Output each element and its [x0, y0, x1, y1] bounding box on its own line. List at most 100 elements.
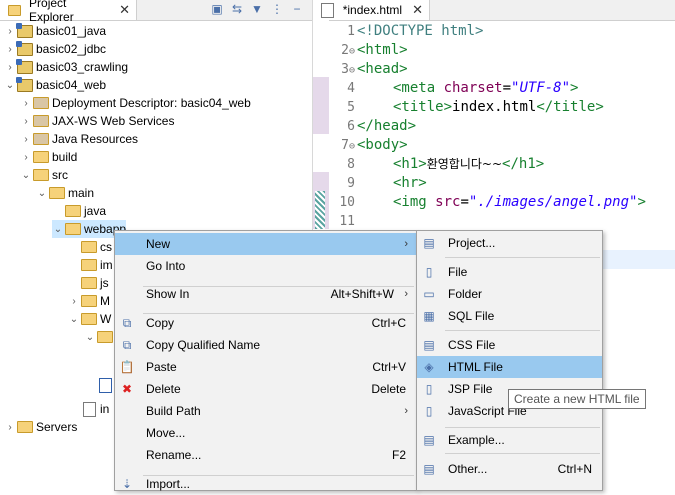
- submenu-item-example[interactable]: ▤ Example...: [417, 429, 602, 451]
- expanded-arrow-icon[interactable]: ⌄: [20, 170, 32, 181]
- code-line-2[interactable]: <html>: [357, 41, 408, 60]
- collapsed-arrow-icon[interactable]: ›: [4, 62, 16, 73]
- submenu-item-file[interactable]: ▯ File: [417, 261, 602, 283]
- expanded-arrow-icon[interactable]: ⌄: [52, 224, 64, 235]
- view-menu-icon[interactable]: ⋮: [270, 2, 284, 16]
- html-file-icon: [81, 401, 97, 417]
- collapsed-arrow-icon[interactable]: ›: [20, 134, 32, 145]
- tab-index-html[interactable]: *index.html ✕: [313, 0, 430, 20]
- tree-item[interactable]: in: [68, 400, 109, 418]
- menu-item-show-in[interactable]: Show In Alt+Shift+W ›: [115, 283, 416, 305]
- tree-item[interactable]: › Deployment Descriptor: basic04_web: [20, 94, 250, 112]
- menu-item-import[interactable]: ⇣ Import...: [115, 473, 416, 495]
- project-explorer-tabbar: Project Explorer ✕ ▣ ⇆ ▼ ⋮ −: [0, 0, 312, 24]
- code-line-7[interactable]: <body>: [357, 136, 408, 155]
- project-explorer-icon: [7, 3, 22, 17]
- menu-item-new[interactable]: New ›: [115, 233, 416, 255]
- filter-icon[interactable]: ▼: [250, 2, 264, 16]
- menu-item-label: Copy Qualified Name: [146, 338, 261, 352]
- menu-separator: [445, 257, 600, 258]
- tree-item[interactable]: › M: [68, 292, 110, 310]
- submenu-item-html-file[interactable]: ◈ HTML File: [417, 356, 602, 378]
- collapsed-arrow-icon[interactable]: ›: [4, 44, 16, 55]
- sql-file-icon: ▦: [423, 309, 435, 323]
- menu-item-delete[interactable]: ✖ Delete Delete: [115, 378, 416, 400]
- folder-icon: [65, 222, 81, 236]
- fold-icon[interactable]: ⊖: [349, 65, 355, 76]
- current-line-highlight: [600, 250, 675, 269]
- collapsed-arrow-icon[interactable]: ›: [20, 98, 32, 109]
- collapsed-arrow-icon[interactable]: ›: [4, 26, 16, 37]
- menu-item-go-into[interactable]: Go Into: [115, 255, 416, 277]
- code-line-5[interactable]: <title>index.html</title>: [393, 98, 604, 117]
- submenu-item-folder[interactable]: ▭ Folder: [417, 283, 602, 305]
- tree-item[interactable]: cs: [68, 238, 112, 256]
- tree-item[interactable]: ⌄ basic04_web: [4, 76, 106, 94]
- collapsed-arrow-icon[interactable]: ›: [68, 296, 80, 307]
- tree-item[interactable]: im: [68, 256, 113, 274]
- title-open-tag: <title>: [393, 99, 453, 115]
- menu-separator: [445, 427, 600, 428]
- h1-text: 환영합니다~~: [426, 157, 503, 171]
- collapsed-arrow-icon[interactable]: ›: [20, 116, 32, 127]
- tree-item-label: js: [100, 276, 109, 290]
- tree-item[interactable]: ⌄ W: [68, 310, 112, 328]
- menu-item-paste[interactable]: 📋 Paste Ctrl+V: [115, 356, 416, 378]
- tree-item[interactable]: java: [52, 202, 106, 220]
- code-line-8[interactable]: <h1>환영합니다~~</h1>: [393, 155, 544, 174]
- fold-icon[interactable]: ⊖: [349, 46, 355, 57]
- menu-accelerator: Alt+Shift+W: [330, 287, 394, 301]
- menu-item-build-path[interactable]: Build Path ›: [115, 400, 416, 422]
- expanded-arrow-icon[interactable]: ⌄: [4, 80, 16, 91]
- submenu-arrow-icon: ›: [404, 238, 408, 250]
- tree-item[interactable]: ⌄ main: [36, 184, 94, 202]
- submenu-item-sql-file[interactable]: ▦ SQL File: [417, 305, 602, 327]
- folder-icon: ▭: [423, 287, 435, 301]
- line-number: 6: [347, 119, 355, 134]
- tree-item[interactable]: › basic01_java: [4, 22, 106, 40]
- code-line-6[interactable]: </head>: [357, 117, 416, 136]
- folder-icon: [33, 168, 49, 182]
- menu-item-copy[interactable]: ⧉ Copy Ctrl+C: [115, 312, 416, 334]
- tree-item[interactable]: [84, 376, 116, 394]
- expanded-arrow-icon[interactable]: ⌄: [68, 314, 80, 325]
- tree-item[interactable]: js: [68, 274, 109, 292]
- tab-project-explorer[interactable]: Project Explorer ✕: [0, 0, 137, 24]
- menu-accelerator: Ctrl+V: [372, 360, 406, 374]
- code-line-10[interactable]: <img src="./images/angel.png">: [393, 193, 646, 212]
- change-marker: [313, 77, 329, 134]
- code-line-3[interactable]: <head>: [357, 60, 408, 79]
- expanded-arrow-icon[interactable]: ⌄: [36, 188, 48, 199]
- submenu-item-css-file[interactable]: ▤ CSS File: [417, 334, 602, 356]
- menu-item-rename[interactable]: Rename... F2: [115, 444, 416, 466]
- expanded-arrow-icon[interactable]: ⌄: [84, 332, 96, 343]
- tree-item[interactable]: › JAX-WS Web Services: [20, 112, 174, 130]
- code-line-4[interactable]: <meta charset="UTF-8">: [393, 79, 578, 98]
- tree-item[interactable]: › basic02_jdbc: [4, 40, 106, 58]
- menu-accelerator: Ctrl+C: [371, 316, 406, 330]
- tree-item[interactable]: › build: [20, 148, 77, 166]
- menu-item-move[interactable]: Move...: [115, 422, 416, 444]
- tree-item[interactable]: › basic03_crawling: [4, 58, 128, 76]
- menu-item-label: Delete: [146, 382, 181, 396]
- close-icon[interactable]: ✕: [412, 2, 423, 18]
- menu-item-copy-qualified-name[interactable]: ⧉ Copy Qualified Name: [115, 334, 416, 356]
- html-open-tag: <html>: [357, 42, 408, 58]
- code-line-1[interactable]: <!DOCTYPE html>: [357, 22, 483, 41]
- submenu-item-other[interactable]: ▤ Other... Ctrl+N: [417, 458, 602, 480]
- paste-icon: 📋: [119, 360, 135, 374]
- collapsed-arrow-icon[interactable]: ›: [20, 152, 32, 163]
- minimize-icon[interactable]: −: [290, 2, 304, 16]
- tree-item[interactable]: ⌄: [84, 328, 116, 346]
- close-icon[interactable]: ✕: [119, 2, 130, 18]
- tree-item[interactable]: › Java Resources: [20, 130, 138, 148]
- collapsed-arrow-icon[interactable]: ›: [4, 422, 16, 433]
- tree-item[interactable]: › Servers: [4, 418, 77, 436]
- submenu-item-project[interactable]: ▤ Project...: [417, 232, 602, 254]
- submenu-arrow-icon: ›: [404, 288, 408, 300]
- link-with-editor-icon[interactable]: ⇆: [230, 2, 244, 16]
- tree-item[interactable]: ⌄ src: [20, 166, 68, 184]
- code-line-9[interactable]: <hr>: [393, 174, 427, 193]
- collapse-all-icon[interactable]: ▣: [210, 2, 224, 16]
- fold-icon[interactable]: ⊖: [349, 141, 355, 152]
